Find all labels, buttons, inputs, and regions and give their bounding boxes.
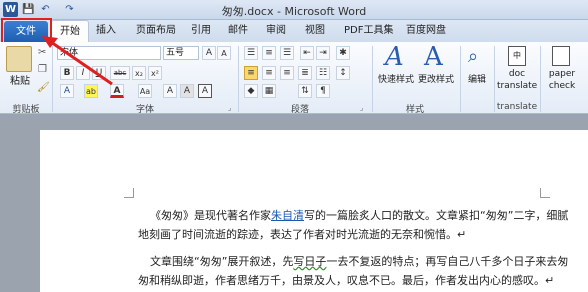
font-dialog-launcher-icon[interactable]: ⌟: [228, 104, 231, 112]
paper-check-icon[interactable]: [552, 46, 570, 66]
tab-review[interactable]: 审阅: [258, 20, 294, 42]
justify-icon[interactable]: ≣: [298, 66, 312, 80]
crop-mark: [540, 188, 550, 198]
bold-button[interactable]: B: [60, 66, 74, 80]
paragraph-1[interactable]: 《匆匆》是现代著名作家朱自清写的一篇脍炙人口的散文。文章紧扣“匆匆”二字，细腻: [150, 206, 570, 225]
bullets-icon[interactable]: ☰: [244, 46, 258, 60]
font-group-label: 字体: [135, 105, 154, 115]
paragraph-2-text: 文章围绕“匆匆”展开叙述，先: [150, 255, 294, 268]
font-name-combo[interactable]: 宋体: [57, 46, 161, 60]
ribbon: 粘贴 ✂ ❐ 🖌 剪贴板 宋体 五号 A A B I U abc x₂ x² A…: [0, 42, 588, 115]
group-separator: [460, 46, 461, 112]
change-styles-button[interactable]: 更改样式: [416, 72, 456, 85]
paragraph-1-text: 地刻画了时间流逝的踪迹，表达了作者对时光流逝的无奈和惋惜。↵: [138, 228, 467, 241]
tab-mailings[interactable]: 邮件: [220, 20, 256, 42]
shading-icon[interactable]: ◆: [244, 84, 258, 98]
borders-icon[interactable]: ▦: [262, 84, 276, 98]
quick-styles-button[interactable]: 快速样式: [376, 72, 416, 85]
change-styles-icon[interactable]: A: [424, 42, 443, 72]
copy-icon[interactable]: ❐: [38, 64, 47, 75]
styles-group-label: 样式: [405, 105, 424, 115]
tab-page-layout[interactable]: 页面布局: [128, 20, 184, 42]
grow-font-button[interactable]: A: [202, 46, 216, 60]
group-separator: [238, 46, 239, 112]
paragraph-2-text: 一去不复返的特点；再写自己八千多个日子来去匆: [326, 255, 569, 268]
group-separator: [52, 46, 53, 112]
window-title: 匆匆.docx - Microsoft Word: [221, 5, 367, 18]
text-effects-button[interactable]: A: [60, 84, 74, 98]
crop-mark: [124, 188, 134, 198]
superscript-button[interactable]: x²: [148, 66, 162, 80]
grammar-flag[interactable]: 写日子: [293, 255, 326, 268]
paragraph-1-line-2[interactable]: 地刻画了时间流逝的踪迹，表达了作者对时光流逝的无奈和惋惜。↵: [138, 225, 578, 244]
format-painter-icon[interactable]: 🖌: [37, 82, 50, 93]
paragraph-1-text: 写的一篇脍炙人口的散文。文章紧扣“匆匆”二字，细腻: [304, 209, 569, 222]
document-page[interactable]: 《匆匆》是现代著名作家朱自清写的一篇脍炙人口的散文。文章紧扣“匆匆”二字，细腻 …: [40, 130, 588, 292]
numbering-icon[interactable]: ≡: [262, 46, 276, 60]
subscript-button[interactable]: x₂: [132, 66, 146, 80]
tab-home[interactable]: 开始: [51, 20, 89, 42]
cut-icon[interactable]: ✂: [38, 47, 46, 58]
author-link[interactable]: 朱自清: [271, 209, 304, 222]
ribbon-tab-bar: 开始 插入 页面布局 引用 邮件 审阅 视图 PDF工具集 百度网盘: [0, 20, 588, 42]
paste-icon[interactable]: [6, 46, 32, 72]
align-center-icon[interactable]: ≡: [262, 66, 276, 80]
paragraph-dialog-launcher-icon[interactable]: ⌟: [360, 104, 363, 112]
translate-group-label: translate: [496, 102, 538, 112]
file-tab-highlight: [1, 18, 52, 44]
italic-button[interactable]: I: [76, 66, 90, 80]
editing-button[interactable]: 编辑: [463, 72, 491, 85]
group-separator: [540, 46, 541, 112]
paragraph-group-label: 段落: [290, 105, 309, 115]
font-size-combo[interactable]: 五号: [163, 46, 199, 60]
title-bar: W 💾 ↶ ↷ 匆匆.docx - Microsoft Word: [0, 0, 588, 20]
increase-indent-icon[interactable]: ⇥: [316, 46, 330, 60]
paragraph-2[interactable]: 文章围绕“匆匆”展开叙述，先写日子一去不复返的特点；再写自己八千多个日子来去匆: [150, 252, 570, 271]
paragraph-2-line-2[interactable]: 匆和稍纵即逝，作者思绪万千，由景及人，叹息不已。最后，作者发出内心的感叹。↵: [138, 271, 578, 290]
tab-pdf-tools[interactable]: PDF工具集: [336, 20, 401, 42]
quick-styles-icon[interactable]: A: [385, 42, 404, 72]
tab-view[interactable]: 视图: [297, 20, 333, 42]
doc-translate-button[interactable]: doc translate: [497, 68, 537, 92]
strikethrough-button[interactable]: abc: [110, 66, 130, 80]
show-marks-icon[interactable]: ¶: [316, 84, 330, 98]
paragraph-2-text: 匆和稍纵即逝，作者思绪万千，由景及人，叹息不已。最后，作者发出内心的感叹。↵: [138, 274, 555, 287]
paragraph-1-text: 《匆匆》是现代著名作家: [150, 209, 271, 222]
doc-translate-icon[interactable]: 中: [508, 46, 526, 66]
tab-insert[interactable]: 插入: [88, 20, 124, 42]
font-color-button[interactable]: A: [110, 84, 124, 98]
tab-baidu-netdisk[interactable]: 百度网盘: [398, 20, 454, 42]
shrink-font-button[interactable]: A: [217, 46, 231, 60]
paste-button[interactable]: 粘贴: [5, 72, 35, 87]
align-right-icon[interactable]: ≡: [280, 66, 294, 80]
multilevel-list-icon[interactable]: ☰: [280, 46, 294, 60]
character-shading-button[interactable]: A: [180, 84, 194, 98]
paper-check-button[interactable]: paper check: [542, 68, 582, 92]
change-case-button[interactable]: Aa: [138, 84, 152, 98]
clipboard-group-label: 剪贴板: [12, 105, 40, 115]
highlight-color-button[interactable]: ab: [84, 84, 98, 98]
decrease-indent-icon[interactable]: ⇤: [300, 46, 314, 60]
sort-icon[interactable]: ⇅: [298, 84, 312, 98]
line-spacing-icon[interactable]: ↕: [336, 66, 350, 80]
distributed-icon[interactable]: ☷: [316, 66, 330, 80]
chinese-layout-icon[interactable]: ✱: [336, 46, 350, 60]
character-border-button[interactable]: A: [198, 84, 212, 98]
grow-text-button[interactable]: A: [163, 84, 177, 98]
align-left-icon[interactable]: ≡: [244, 66, 258, 80]
underline-button[interactable]: U: [92, 66, 106, 80]
tab-references[interactable]: 引用: [183, 20, 219, 42]
find-icon[interactable]: ⌕: [468, 46, 478, 67]
